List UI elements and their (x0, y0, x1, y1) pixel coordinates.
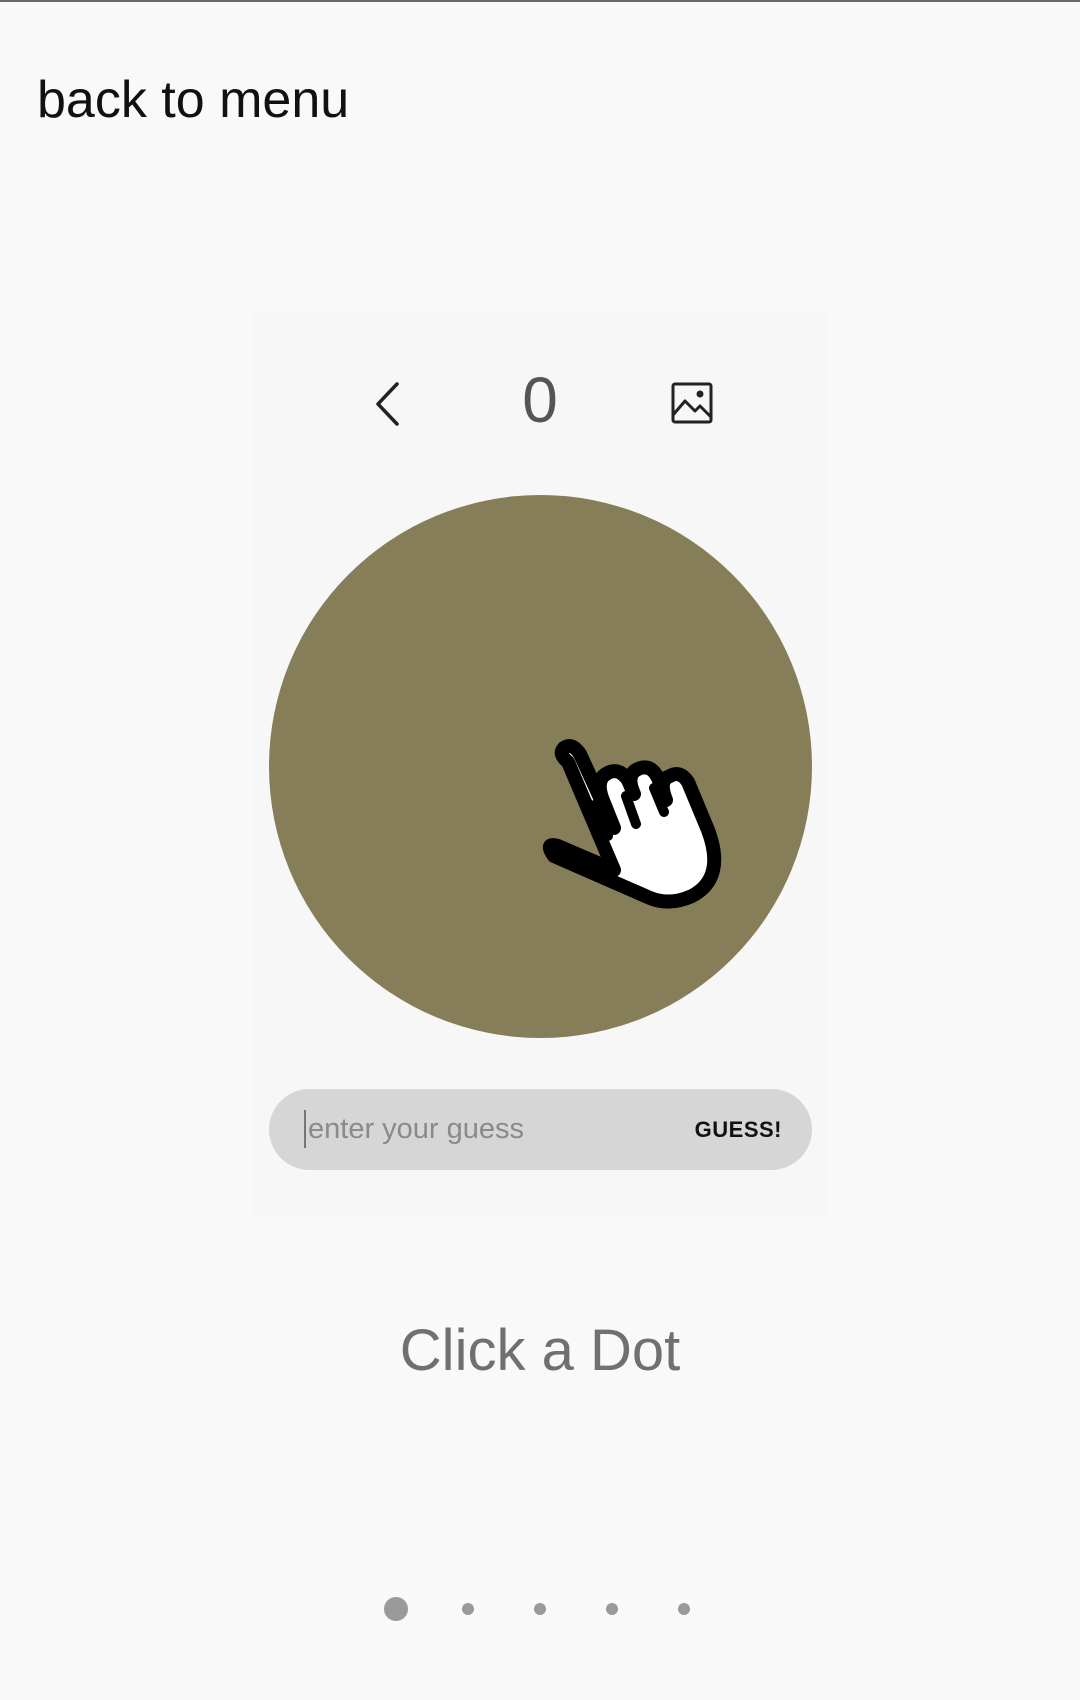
guess-bar: GUESS! (269, 1089, 812, 1170)
pointing-hand-icon (542, 739, 722, 909)
score-counter: 0 (522, 364, 558, 436)
guess-button[interactable]: GUESS! (695, 1089, 782, 1170)
back-to-menu-link[interactable]: back to menu (37, 68, 349, 132)
image-icon[interactable] (670, 381, 714, 425)
page-dot-active[interactable] (384, 1597, 408, 1621)
page-indicator (0, 1594, 1080, 1624)
instruction-text: Click a Dot (399, 1318, 681, 1383)
guess-input[interactable] (304, 1110, 674, 1148)
page-dot[interactable] (678, 1603, 690, 1615)
page-dot[interactable] (462, 1603, 474, 1615)
chevron-left-icon[interactable] (370, 380, 406, 428)
page-dot[interactable] (606, 1603, 618, 1615)
page-dot[interactable] (534, 1603, 546, 1615)
top-border (0, 0, 1080, 2)
